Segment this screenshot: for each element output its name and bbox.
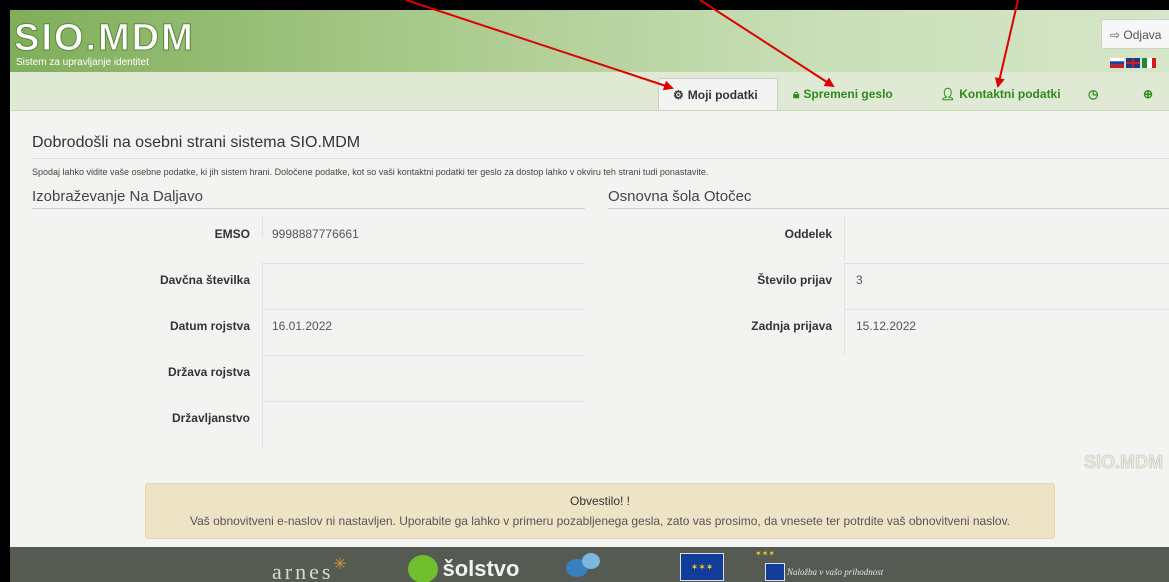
tab-history[interactable]: ◷: [1088, 78, 1098, 110]
field-label-oddelek: Oddelek: [784, 227, 832, 241]
arnes-logo[interactable]: arnes✳: [272, 556, 350, 582]
field-value-zadnja-prijava: 15.12.2022: [856, 319, 917, 333]
intro-text: Spodaj lahko vidite vaše osebne podatke,…: [32, 167, 709, 177]
logout-button[interactable]: ⇨ Odjava: [1101, 19, 1169, 49]
notice-text: Vaš obnovitveni e-naslov ni nastavljen. …: [189, 514, 1011, 528]
flag-slovenia-icon[interactable]: [1110, 58, 1124, 68]
eu-box-icon: [765, 563, 785, 581]
eu-stars-icon: ✶✶✶: [690, 562, 714, 572]
header: SIO.MDM Sistem za upravljanje identitet …: [10, 10, 1169, 72]
watermark-logo: SIO.MDM: [1084, 452, 1163, 472]
navbar: ⚙ Moji podatki 🔒︎ Spremeni geslo 👤︎ Kontakt…: [10, 72, 1169, 111]
flag-uk-icon[interactable]: [1126, 58, 1140, 68]
field-label-stevilo-prijav: Število prijav: [757, 273, 832, 287]
solstvo-logo[interactable]: šolstvo: [408, 555, 519, 582]
divider: [32, 158, 1169, 159]
field-label-drzava-rojstva: Država rojstva: [167, 365, 250, 379]
page-title: Dobrodošli na osebni strani sistema SIO.…: [32, 134, 361, 151]
field-value-stevilo-prijav: 3: [856, 273, 863, 287]
clock-icon: ◷: [1088, 87, 1099, 101]
tagline: Sistem za upravljanje identitet: [16, 57, 149, 68]
page: SIO.MDM Sistem za upravljanje identitet …: [10, 10, 1169, 582]
field-value-datum-rojstva: 16.01.2022: [272, 319, 333, 333]
help-lifebuoy-icon: ⊕: [1143, 87, 1154, 101]
right-section-divider: [608, 208, 1169, 209]
field-label-emso: EMSO: [214, 227, 250, 241]
footer: arnes✳ šolstvo ✶✶✶ ✶✶✶ Naložba v vašo pr…: [10, 547, 1169, 582]
notice-title: Obvestilo! !: [569, 494, 631, 508]
language-flags[interactable]: [1110, 58, 1169, 68]
field-label-zadnja-prijava: Zadnja prijava: [751, 319, 832, 333]
lock-icon: 🔒︎: [793, 87, 800, 101]
field-label-davcna-stevilka: Davčna številka: [159, 273, 250, 287]
field-label-datum-rojstva: Datum rojstva: [169, 319, 250, 333]
fund-shapes-icon-2: [582, 553, 600, 569]
svg-text:SIO.MDM: SIO.MDM: [1084, 452, 1163, 472]
svg-text:SIO.MDM: SIO.MDM: [14, 20, 195, 58]
right-section-title: Osnovna šola Otočec: [608, 188, 752, 205]
tab-spremeni-geslo[interactable]: 🔒︎ Spremeni geslo: [793, 78, 893, 110]
solstvo-leaf-icon: [408, 555, 438, 582]
eu-investment-logo[interactable]: ✶✶✶ Naložba v vašo prihodnost: [755, 549, 915, 582]
tab-moji-podatki[interactable]: ⚙ Moji podatki: [658, 78, 778, 110]
dashboard-icon: ⚙: [673, 88, 684, 102]
arnes-star-icon: ✳: [333, 556, 350, 573]
user-icon: 👤︎: [940, 87, 956, 101]
tab-help[interactable]: ⊕: [1143, 78, 1153, 110]
tab-kontaktni-podatki[interactable]: 👤︎ Kontaktni podatki: [940, 78, 1061, 110]
logo[interactable]: SIO.MDM: [14, 20, 264, 58]
left-section-title: Izobraževanje Na Daljavo: [32, 188, 203, 205]
notice-alert: Obvestilo! ! Vaš obnovitveni e-naslov ni…: [145, 483, 1055, 539]
left-section-divider: [32, 208, 585, 209]
eu-flag-logo[interactable]: ✶✶✶: [680, 553, 724, 581]
flag-italy-icon[interactable]: [1142, 58, 1156, 68]
eu-stars-small-icon: ✶✶✶: [755, 549, 776, 558]
social-fund-logo[interactable]: [566, 551, 636, 579]
logout-icon: ⇨: [1110, 28, 1124, 42]
field-label-drzavljanstvo: Državljanstvo: [171, 411, 250, 425]
field-value-emso: 9998887776661: [272, 227, 359, 241]
